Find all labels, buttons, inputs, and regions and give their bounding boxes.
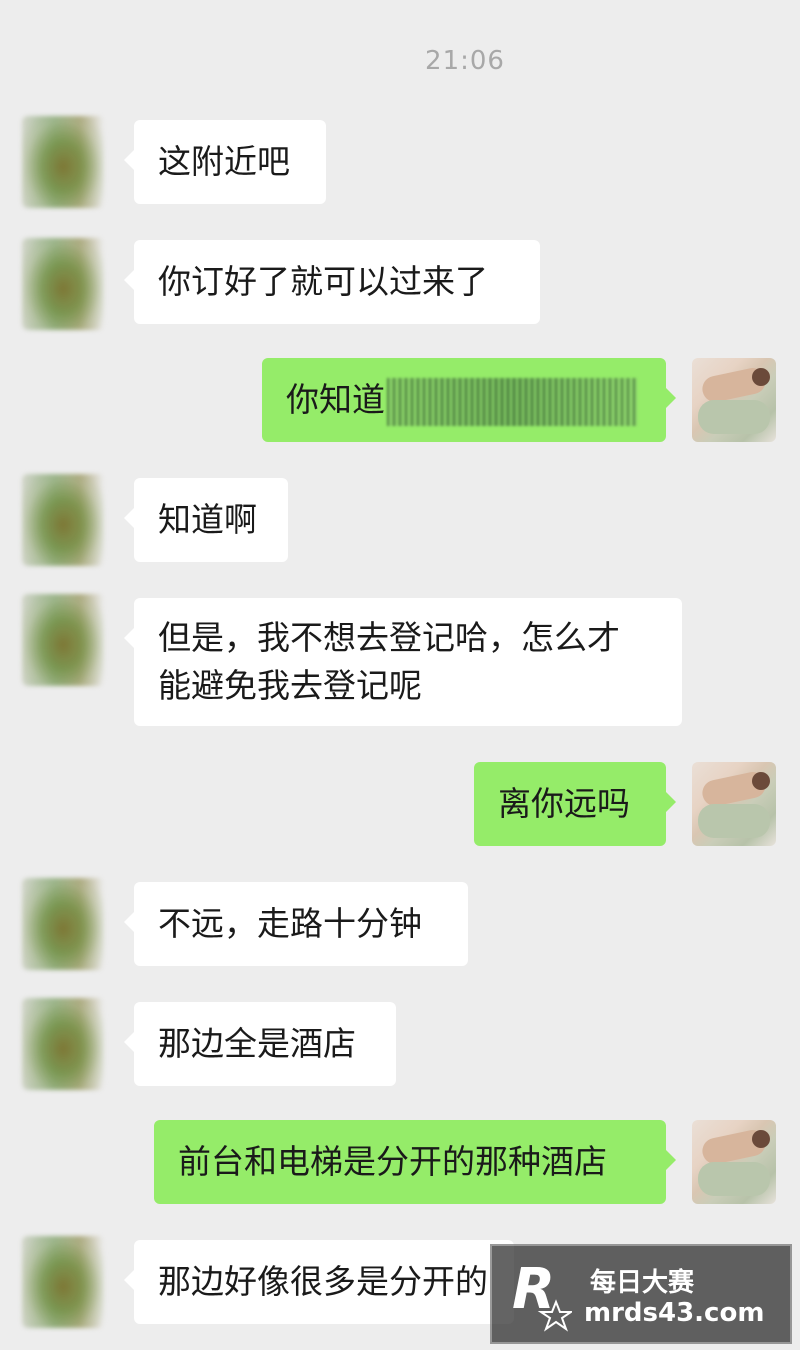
message-text: 那边好像很多是分开的 bbox=[158, 1262, 488, 1301]
message-text-line: 但是，我不想去登记哈，怎么才 bbox=[158, 618, 620, 657]
contact-avatar[interactable] bbox=[22, 998, 104, 1090]
incoming-message[interactable]: 不远，走路十分钟 bbox=[124, 882, 468, 966]
message-text: 知道啊 bbox=[158, 500, 257, 539]
censored-text-blur bbox=[387, 377, 637, 426]
watermark-title: 每日大赛 bbox=[590, 1268, 695, 1298]
watermark-banner: R 每日大赛 mrds43.com bbox=[490, 1244, 792, 1344]
incoming-message[interactable]: 那边全是酒店 bbox=[124, 1002, 396, 1086]
outgoing-message[interactable]: 前台和电梯是分开的那种酒店 bbox=[154, 1120, 676, 1204]
watermark-logo-icon: R bbox=[512, 1258, 572, 1332]
incoming-message[interactable]: 但是，我不想去登记哈，怎么才 能避免我去登记呢 bbox=[124, 598, 682, 726]
chat-conversation[interactable]: 21:06 这附近吧 你订好了就可以过来了 你知道 知道啊 但是，我不想去登记哈… bbox=[0, 0, 800, 1350]
self-avatar[interactable] bbox=[692, 1120, 776, 1204]
outgoing-message[interactable]: 离你远吗 bbox=[474, 762, 676, 846]
message-text: 不远，走路十分钟 bbox=[158, 904, 422, 943]
contact-avatar[interactable] bbox=[22, 116, 104, 208]
contact-avatar[interactable] bbox=[22, 474, 104, 566]
message-text-line: 能避免我去登记呢 bbox=[158, 666, 422, 705]
message-text: 前台和电梯是分开的那种酒店 bbox=[178, 1142, 607, 1181]
message-text: 你订好了就可以过来了 bbox=[158, 262, 488, 301]
contact-avatar[interactable] bbox=[22, 1236, 104, 1328]
message-text: 离你远吗 bbox=[498, 784, 630, 823]
contact-avatar[interactable] bbox=[22, 238, 104, 330]
incoming-message[interactable]: 你订好了就可以过来了 bbox=[124, 240, 540, 324]
contact-avatar[interactable] bbox=[22, 594, 104, 686]
incoming-message[interactable]: 那边好像很多是分开的 bbox=[124, 1240, 514, 1324]
watermark-url: mrds43.com bbox=[584, 1298, 765, 1328]
self-avatar[interactable] bbox=[692, 358, 776, 442]
message-text: 那边全是酒店 bbox=[158, 1024, 356, 1063]
self-avatar[interactable] bbox=[692, 762, 776, 846]
message-text: 你知道 bbox=[286, 380, 385, 419]
outgoing-message[interactable]: 你知道 bbox=[262, 358, 676, 442]
message-text: 这附近吧 bbox=[158, 142, 290, 181]
contact-avatar[interactable] bbox=[22, 878, 104, 970]
message-timestamp: 21:06 bbox=[425, 46, 505, 76]
incoming-message[interactable]: 知道啊 bbox=[124, 478, 288, 562]
incoming-message[interactable]: 这附近吧 bbox=[124, 120, 326, 204]
